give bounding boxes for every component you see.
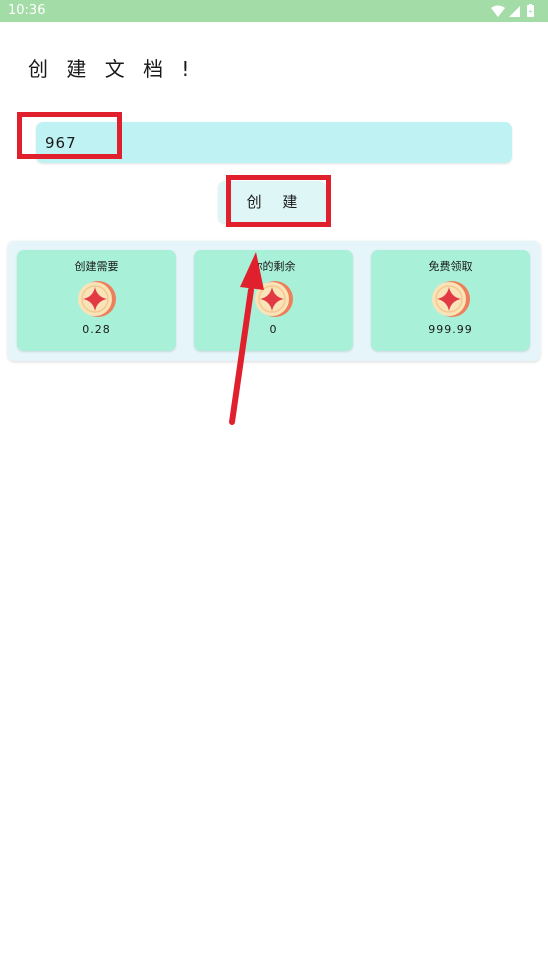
battery-icon (527, 4, 534, 17)
wifi-icon (491, 5, 505, 17)
coin-icon (432, 281, 470, 317)
stat-title: 免费领取 (428, 260, 473, 273)
coin-icon (255, 281, 293, 317)
status-icons (490, 4, 538, 18)
stat-value: 999.99 (428, 323, 473, 336)
stat-card-free-claim[interactable]: 免费领取 999.99 (371, 250, 530, 351)
input-highlight-box (17, 112, 122, 159)
page-title: 创 建 文 档 ! (28, 57, 196, 81)
stat-title: 创建需要 (74, 260, 119, 273)
stat-card-balance: 你的剩余 0 (194, 250, 353, 351)
stat-value: 0.28 (82, 323, 111, 336)
stats-panel: 创建需要 0.28 你的剩余 0 免费领取 999.99 (8, 241, 540, 361)
stat-card-create-cost: 创建需要 0.28 (17, 250, 176, 351)
stat-title: 你的剩余 (251, 260, 296, 273)
cellular-signal-icon (509, 6, 520, 17)
button-highlight-box (226, 175, 331, 227)
coin-icon (78, 281, 116, 317)
status-time: 10:36 (8, 3, 46, 18)
stat-value: 0 (269, 323, 278, 336)
status-bar: 10:36 (0, 0, 548, 22)
